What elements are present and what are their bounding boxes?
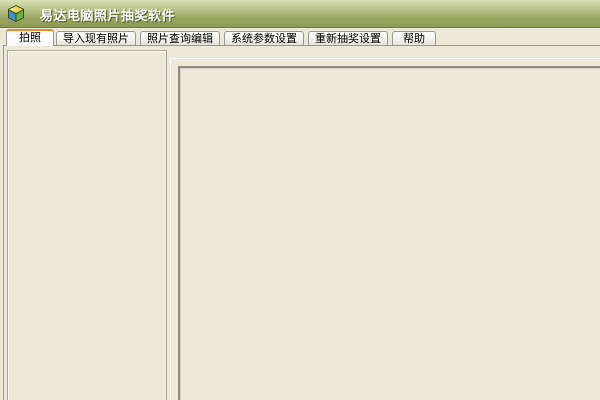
- tab-photo-query-edit[interactable]: 照片查询编辑: [140, 31, 220, 45]
- tab-help[interactable]: 帮助: [392, 31, 436, 45]
- tab-strip: 拍照 导入现有照片 照片查询编辑 系统参数设置 重新抽奖设置 帮助: [0, 28, 600, 46]
- window-title: 易达电脑照片抽奖软件: [40, 9, 176, 24]
- left-pane: [7, 50, 167, 400]
- app-window: 易达电脑照片抽奖软件 拍照 导入现有照片 照片查询编辑 系统参数设置 重新抽奖设…: [0, 0, 600, 400]
- app-cube-icon: [8, 5, 24, 22]
- tab-redraw-settings[interactable]: 重新抽奖设置: [308, 31, 388, 45]
- tab-capture[interactable]: 拍照: [6, 29, 54, 46]
- tab-import-photos[interactable]: 导入现有照片: [56, 31, 136, 45]
- tab-system-settings[interactable]: 系统参数设置: [224, 31, 304, 45]
- title-bar[interactable]: 易达电脑照片抽奖软件: [0, 0, 600, 28]
- photo-display-area: [178, 66, 600, 400]
